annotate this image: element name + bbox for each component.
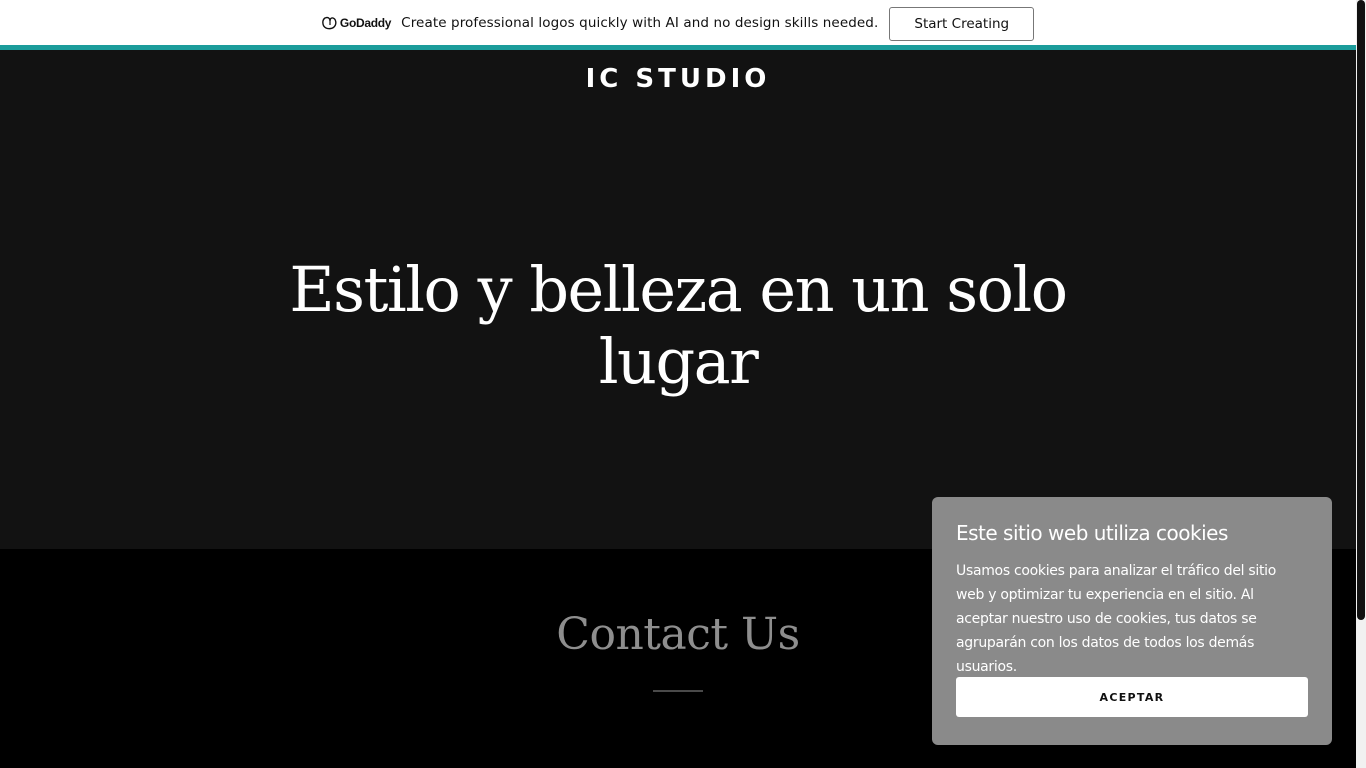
scrollbar-thumb[interactable] [1357,0,1365,620]
godaddy-logo[interactable]: GoDaddy [322,16,391,30]
promo-message: Create professional logos quickly with A… [401,14,879,31]
hero-heading: Estilo y belleza en un solo lugar [289,253,1068,398]
godaddy-logo-text: GoDaddy [339,15,392,30]
hero-section: IC STUDIO Estilo y belleza en un solo lu… [0,50,1356,549]
promo-bar: GoDaddy Create professional logos quickl… [0,0,1356,45]
start-creating-button[interactable]: Start Creating [889,7,1035,41]
cookie-banner-title: Este sitio web utiliza cookies [956,521,1228,545]
cookie-banner-text: Usamos cookies para analizar el tráfico … [956,563,1277,675]
accept-cookies-button[interactable]: ACEPTAR [956,677,1308,717]
cookie-banner: Este sitio web utiliza cookies Usamos co… [932,497,1332,745]
godaddy-icon [322,16,338,30]
promo-content: GoDaddy Create professional logos quickl… [322,4,1035,41]
page-scrollbar[interactable] [1356,0,1366,768]
heading-divider [653,690,703,692]
site-title[interactable]: IC STUDIO [0,64,1356,94]
